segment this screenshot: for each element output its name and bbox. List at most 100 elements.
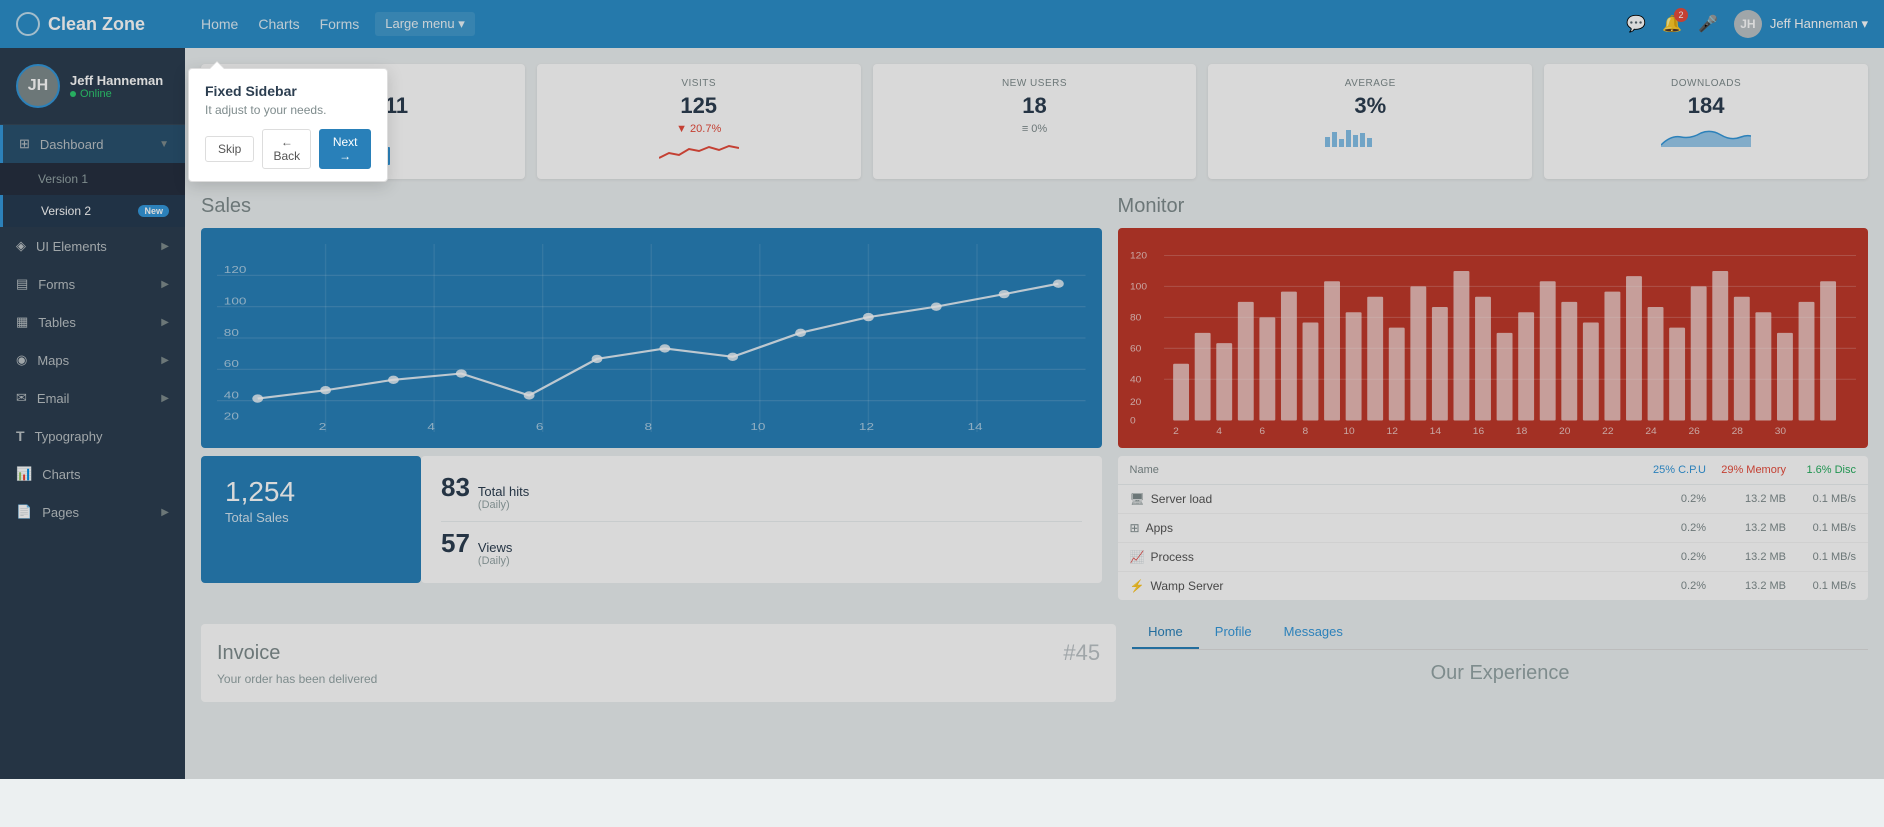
sidebar-item-email[interactable]: ✉ Email ▶ xyxy=(0,379,185,417)
svg-text:16: 16 xyxy=(1472,426,1483,436)
maps-arrow: ▶ xyxy=(161,355,169,366)
popover-title: Fixed Sidebar xyxy=(205,83,371,99)
dashboard-arrow: ▼ xyxy=(159,139,169,150)
svg-text:4: 4 xyxy=(427,420,435,432)
monitor-row-serverload: 🖥 Server load 0.2% 13.2 MB 0.1 MB/s xyxy=(1118,485,1868,514)
monitor-row-apps: ⊞ Apps 0.2% 13.2 MB 0.1 MB/s xyxy=(1118,514,1868,543)
avatar-initials: JH xyxy=(1740,17,1755,31)
navbar-right: 💬 🔔 2 🎤 JH Jeff Hanneman ▾ xyxy=(1626,10,1868,38)
popover: Fixed Sidebar It adjust to your needs. S… xyxy=(188,68,388,182)
sidebar-user-status: Online xyxy=(70,88,163,100)
sidebar-item-forms[interactable]: ▤ Forms ▶ xyxy=(0,265,185,303)
experience-title: Our Experience xyxy=(1132,662,1868,685)
large-menu-button[interactable]: Large menu ▾ xyxy=(375,12,475,36)
monitor-chart: 120 100 80 60 40 20 0 xyxy=(1118,228,1868,448)
svg-text:4: 4 xyxy=(1216,426,1222,436)
mic-glyph: 🎤 xyxy=(1698,16,1718,33)
svg-text:2: 2 xyxy=(319,420,327,432)
forms-icon: ▤ xyxy=(16,276,28,292)
views-sub: (Daily) xyxy=(478,555,512,567)
content-row-main: Sales 120 xyxy=(201,195,1868,600)
chat-icon[interactable]: 💬 xyxy=(1626,14,1646,34)
sidebar-item-version1[interactable]: Version 1 xyxy=(0,163,185,195)
svg-text:28: 28 xyxy=(1731,426,1742,436)
sidebar-item-typography[interactable]: T Typography xyxy=(0,417,185,455)
svg-text:100: 100 xyxy=(1130,282,1148,292)
sidebar-avatar-initials: JH xyxy=(28,77,48,95)
wamp-icon: ⚡ xyxy=(1130,579,1145,593)
svg-text:22: 22 xyxy=(1602,426,1613,436)
svg-text:14: 14 xyxy=(967,420,982,432)
user-menu[interactable]: JH Jeff Hanneman ▾ xyxy=(1734,10,1868,38)
invoice-section: Invoice #45 Your order has been delivere… xyxy=(201,624,1116,702)
monitor-col-name: Name xyxy=(1130,464,1626,476)
monitor-col-cpu: 25% C.P.U xyxy=(1626,464,1706,476)
svg-text:60: 60 xyxy=(1130,344,1142,354)
sidebar-user-profile: JH Jeff Hanneman Online xyxy=(0,48,185,125)
pages-arrow: ▶ xyxy=(161,507,169,518)
sidebar-item-charts[interactable]: 📊 Charts xyxy=(0,455,185,493)
chat-icon-glyph: 💬 xyxy=(1626,16,1646,33)
svg-text:80: 80 xyxy=(1130,313,1142,323)
bell-badge: 2 xyxy=(1674,8,1688,22)
sidebar-item-version2[interactable]: Version 2 New xyxy=(0,195,185,227)
sidebar-item-maps[interactable]: ◉ Maps ▶ xyxy=(0,341,185,379)
email-arrow: ▶ xyxy=(161,393,169,404)
svg-text:8: 8 xyxy=(1302,426,1308,436)
stats-row: SALES $951,611 ▲ 13.5% VISITS 125 ▼ 20.7… xyxy=(201,64,1868,179)
sales-bottom: 1,254 Total Sales 83 Total hits (Daily) … xyxy=(201,456,1102,583)
svg-text:40: 40 xyxy=(1130,375,1142,385)
svg-text:120: 120 xyxy=(1130,251,1148,261)
sidebar-item-ui-elements[interactable]: ◈ UI Elements ▶ xyxy=(0,227,185,265)
neutral-icon: ≡ xyxy=(1022,123,1028,135)
apps-icon: ⊞ xyxy=(1130,521,1140,535)
nav-forms[interactable]: Forms xyxy=(320,16,360,32)
forms-arrow: ▶ xyxy=(161,279,169,290)
invoice-number: #45 xyxy=(1063,640,1100,666)
total-sales-label: Total Sales xyxy=(225,510,397,525)
sidebar-dashboard-label: Dashboard xyxy=(40,137,104,152)
visits-line-chart xyxy=(659,143,739,163)
sales-title: Sales xyxy=(201,195,1102,218)
popover-back-button[interactable]: ← Back xyxy=(262,129,311,169)
average-mini-chart xyxy=(1325,127,1415,147)
profile-section: Home Profile Messages Our Experience xyxy=(1132,616,1868,702)
svg-text:80: 80 xyxy=(224,326,239,338)
monitor-bar-svg: 120 100 80 60 40 20 0 xyxy=(1130,240,1856,436)
mic-icon[interactable]: 🎤 xyxy=(1698,14,1718,34)
process-icon: 📈 xyxy=(1130,550,1145,564)
views-row: 57 Views (Daily) xyxy=(441,528,1082,567)
dashboard-icon: ⊞ xyxy=(19,136,30,152)
status-dot xyxy=(70,91,76,97)
popover-next-button[interactable]: Next → xyxy=(319,129,371,169)
svg-text:2: 2 xyxy=(1173,426,1179,436)
svg-text:26: 26 xyxy=(1688,426,1699,436)
popover-skip-button[interactable]: Skip xyxy=(205,136,254,162)
content-row-bottom: Invoice #45 Your order has been delivere… xyxy=(201,616,1868,702)
tab-messages[interactable]: Messages xyxy=(1268,616,1359,649)
stat-visits-label: VISITS xyxy=(553,78,845,89)
svg-text:120: 120 xyxy=(224,264,247,276)
tables-arrow: ▶ xyxy=(161,317,169,328)
arrow-down-icon: ▼ xyxy=(676,123,687,135)
monitor-table: Name 25% C.P.U 29% Memory 1.6% Disc 🖥 Se… xyxy=(1118,456,1868,600)
sidebar-item-tables[interactable]: ▦ Tables ▶ xyxy=(0,303,185,341)
stat-divider xyxy=(441,521,1082,522)
stat-downloads-label: DOWNLOADS xyxy=(1560,78,1852,89)
bell-icon[interactable]: 🔔 2 xyxy=(1662,14,1682,34)
tab-profile[interactable]: Profile xyxy=(1199,616,1268,649)
ui-elements-arrow: ▶ xyxy=(161,241,169,252)
downloads-area-chart xyxy=(1661,127,1751,147)
sidebar-item-pages[interactable]: 📄 Pages ▶ xyxy=(0,493,185,531)
total-hits-number: 83 xyxy=(441,472,470,503)
monitor-row-process: 📈 Process 0.2% 13.2 MB 0.1 MB/s xyxy=(1118,543,1868,572)
invoice-desc: Your order has been delivered xyxy=(217,672,1100,686)
svg-text:12: 12 xyxy=(1386,426,1397,436)
sidebar-item-dashboard[interactable]: ⊞ Dashboard ▼ xyxy=(0,125,185,163)
stat-visits: VISITS 125 ▼ 20.7% xyxy=(537,64,861,179)
nav-home[interactable]: Home xyxy=(201,16,238,32)
tab-home[interactable]: Home xyxy=(1132,616,1199,649)
sidebar-item-dashboard-left: ⊞ Dashboard xyxy=(19,136,104,152)
svg-text:20: 20 xyxy=(1130,397,1142,407)
nav-charts[interactable]: Charts xyxy=(258,16,299,32)
